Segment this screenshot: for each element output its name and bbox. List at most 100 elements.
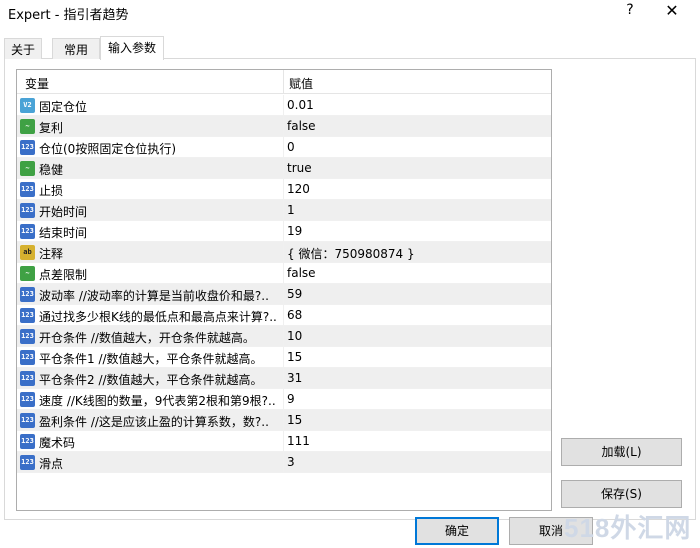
- parameter-value[interactable]: 15: [287, 413, 302, 427]
- parameter-value[interactable]: 111: [287, 434, 310, 448]
- row-divider: [283, 263, 284, 284]
- table-row[interactable]: ab 注释 { 微信：750980874 }: [17, 242, 551, 263]
- parameter-name: 通过找多少根K线的最低点和最高点来计算?..: [39, 310, 277, 324]
- integer-type-icon: 123: [20, 140, 35, 155]
- string-type-icon: ab: [20, 245, 35, 260]
- column-header-variable[interactable]: 变量: [25, 75, 49, 92]
- parameter-name: 开仓条件 //数值越大，开仓条件就越高。: [39, 331, 255, 345]
- integer-type-icon: 123: [20, 308, 35, 323]
- parameter-name: 速度 //K线图的数量，9代表第2根和第9根?..: [39, 394, 276, 408]
- row-divider: [283, 179, 284, 200]
- parameter-value[interactable]: 9: [287, 392, 295, 406]
- parameter-value[interactable]: { 微信：750980874 }: [287, 245, 415, 262]
- table-row[interactable]: 123 波动率 //波动率的计算是当前收盘价和最?.. 59: [17, 284, 551, 305]
- table-row[interactable]: ~ 点差限制 false: [17, 263, 551, 284]
- table-row[interactable]: V2 固定仓位 0.01: [17, 95, 551, 116]
- table-row[interactable]: 123 滑点 3: [17, 452, 551, 473]
- table-row[interactable]: ~ 稳健 true: [17, 158, 551, 179]
- parameter-value[interactable]: false: [287, 266, 316, 280]
- row-divider: [283, 452, 284, 473]
- row-divider: [283, 347, 284, 368]
- table-row[interactable]: 123 平仓条件2 //数值越大，平仓条件就越高。 31: [17, 368, 551, 389]
- integer-type-icon: 123: [20, 434, 35, 449]
- row-divider: [283, 431, 284, 452]
- row-divider: [283, 410, 284, 431]
- parameter-value[interactable]: 68: [287, 308, 302, 322]
- parameter-value[interactable]: 3: [287, 455, 295, 469]
- table-row[interactable]: 123 通过找多少根K线的最低点和最高点来计算?.. 68: [17, 305, 551, 326]
- parameter-name: 止损: [39, 184, 64, 198]
- parameter-name: 魔术码: [39, 436, 76, 450]
- row-divider: [283, 305, 284, 326]
- tab-about[interactable]: 关于: [4, 38, 42, 59]
- table-row[interactable]: 123 开仓条件 //数值越大，开仓条件就越高。 10: [17, 326, 551, 347]
- row-divider: [283, 284, 284, 305]
- row-divider: [283, 221, 284, 242]
- integer-type-icon: 123: [20, 224, 35, 239]
- title-bar: Expert - 指引者趋势 ? ✕: [0, 0, 700, 24]
- help-icon[interactable]: ?: [622, 2, 638, 18]
- table-row[interactable]: 123 开始时间 1: [17, 200, 551, 221]
- parameter-name: 盈利条件 //这是应该止盈的计算系数，数?..: [39, 415, 269, 429]
- integer-type-icon: 123: [20, 329, 35, 344]
- column-divider[interactable]: [283, 70, 284, 94]
- tab-common[interactable]: 常用: [52, 38, 100, 59]
- table-row[interactable]: 123 平仓条件1 //数值越大，平仓条件就越高。 15: [17, 347, 551, 368]
- boolean-type-icon: ~: [20, 119, 35, 134]
- table-header: 变量 赋值: [17, 70, 551, 94]
- parameter-value[interactable]: 0: [287, 140, 295, 154]
- parameter-name: 平仓条件2 //数值越大，平仓条件就越高。: [39, 373, 263, 387]
- close-icon[interactable]: ✕: [662, 1, 682, 20]
- table-row[interactable]: 123 仓位(0按照固定仓位执行) 0: [17, 137, 551, 158]
- parameter-name: 固定仓位: [39, 100, 88, 114]
- parameter-name: 结束时间: [39, 226, 88, 240]
- integer-type-icon: 123: [20, 203, 35, 218]
- load-button[interactable]: 加载(L): [561, 438, 682, 466]
- integer-type-icon: 123: [20, 287, 35, 302]
- integer-type-icon: 123: [20, 455, 35, 470]
- table-row[interactable]: 123 止损 120: [17, 179, 551, 200]
- table-row[interactable]: ~ 复利 false: [17, 116, 551, 137]
- table-row[interactable]: 123 盈利条件 //这是应该止盈的计算系数，数?.. 15: [17, 410, 551, 431]
- parameter-value[interactable]: false: [287, 119, 316, 133]
- table-row[interactable]: 123 结束时间 19: [17, 221, 551, 242]
- row-divider: [283, 326, 284, 347]
- integer-type-icon: 123: [20, 182, 35, 197]
- parameter-name: 注释: [39, 247, 64, 261]
- row-divider: [283, 137, 284, 158]
- parameter-value[interactable]: true: [287, 161, 312, 175]
- parameter-value[interactable]: 0.01: [287, 98, 314, 112]
- integer-type-icon: 123: [20, 371, 35, 386]
- column-header-value[interactable]: 赋值: [289, 75, 313, 92]
- parameter-value[interactable]: 120: [287, 182, 310, 196]
- parameters-table[interactable]: 变量 赋值 V2 固定仓位 0.01 ~ 复利 false 123 仓位(0按照固定仓位执行)…: [16, 69, 552, 511]
- tab-inputs[interactable]: 输入参数: [100, 36, 164, 60]
- parameter-value[interactable]: 1: [287, 203, 295, 217]
- ok-button[interactable]: 确定: [415, 517, 499, 545]
- parameter-name: 平仓条件1 //数值越大，平仓条件就越高。: [39, 352, 263, 366]
- parameter-name: 开始时间: [39, 205, 88, 219]
- table-row[interactable]: 123 魔术码 111: [17, 431, 551, 452]
- parameter-value[interactable]: 19: [287, 224, 302, 238]
- boolean-type-icon: ~: [20, 266, 35, 281]
- parameter-name: 点差限制: [39, 268, 88, 282]
- boolean-type-icon: ~: [20, 161, 35, 176]
- double-type-icon: V2: [20, 98, 35, 113]
- parameter-value[interactable]: 31: [287, 371, 302, 385]
- parameter-name: 滑点: [39, 457, 64, 471]
- row-divider: [283, 158, 284, 179]
- parameter-value[interactable]: 15: [287, 350, 302, 364]
- parameter-value[interactable]: 59: [287, 287, 302, 301]
- integer-type-icon: 123: [20, 392, 35, 407]
- table-row[interactable]: 123 速度 //K线图的数量，9代表第2根和第9根?.. 9: [17, 389, 551, 410]
- save-button[interactable]: 保存(S): [561, 480, 682, 508]
- window-title: Expert - 指引者趋势: [8, 8, 129, 23]
- row-divider: [283, 116, 284, 137]
- integer-type-icon: 123: [20, 413, 35, 428]
- parameter-value[interactable]: 10: [287, 329, 302, 343]
- parameter-name: 稳健: [39, 163, 64, 177]
- parameter-name: 仓位(0按照固定仓位执行): [39, 142, 176, 156]
- row-divider: [283, 200, 284, 221]
- watermark-logo: 518外汇网: [564, 513, 692, 543]
- row-divider: [283, 95, 284, 116]
